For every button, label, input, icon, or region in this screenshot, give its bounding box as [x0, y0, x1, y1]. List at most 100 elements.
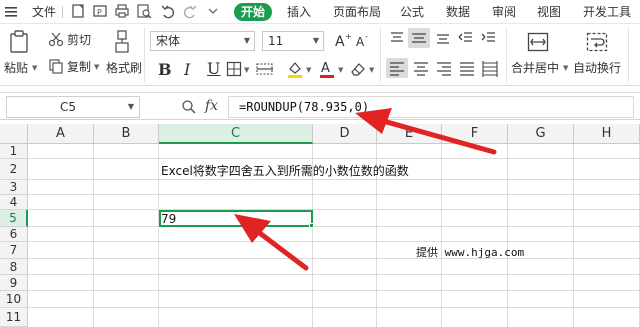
- borders-icon[interactable]: [226, 61, 242, 80]
- tab-data[interactable]: 数据: [446, 0, 470, 24]
- ribbon-divider: [506, 28, 507, 82]
- underline-button[interactable]: U: [207, 59, 220, 78]
- fill-color-icon[interactable]: [286, 60, 304, 81]
- font-name-value: 宋体: [156, 34, 181, 48]
- align-center-icon[interactable]: [413, 61, 429, 80]
- row-header-1[interactable]: 1: [0, 144, 28, 159]
- indent-decrease-icon[interactable]: [458, 31, 474, 48]
- distributed-align-icon[interactable]: [482, 61, 498, 80]
- copy-dropdown-icon[interactable]: ▼: [94, 63, 99, 71]
- copy-icon[interactable]: [48, 58, 64, 77]
- name-box[interactable]: C5 ▼: [6, 96, 140, 118]
- tab-home[interactable]: 开始: [234, 3, 272, 21]
- indent-increase-icon[interactable]: [481, 31, 497, 48]
- font-name-select[interactable]: 宋体 ▼: [150, 31, 255, 51]
- column-header-f[interactable]: F: [442, 124, 508, 144]
- insert-function-button[interactable]: fx: [205, 98, 218, 114]
- print-icon[interactable]: [114, 3, 130, 19]
- row-header-6[interactable]: 6: [0, 227, 28, 242]
- gridline: [573, 144, 574, 327]
- bold-button[interactable]: B: [158, 60, 172, 79]
- decrease-font-size-icon[interactable]: A-: [355, 31, 373, 52]
- menu-file[interactable]: 文件: [32, 0, 56, 24]
- formula-input[interactable]: =ROUNDUP(78.935,0): [228, 96, 634, 118]
- ribbon-divider: [380, 28, 381, 82]
- row-header-4[interactable]: 4: [0, 195, 28, 210]
- new-file-icon[interactable]: [70, 3, 86, 19]
- align-right-icon[interactable]: [436, 61, 452, 80]
- gridline: [507, 144, 508, 327]
- merge-cells-icon[interactable]: [527, 30, 549, 57]
- svg-text:A: A: [356, 35, 365, 49]
- gridline: [28, 209, 640, 210]
- row-header-7[interactable]: 7: [0, 242, 28, 259]
- wrap-text-button[interactable]: 自动换行: [573, 61, 621, 75]
- undo-icon[interactable]: [160, 3, 176, 19]
- increase-font-size-icon[interactable]: A +: [334, 31, 352, 52]
- active-cell-border[interactable]: [159, 210, 313, 227]
- format-painter-icon[interactable]: [113, 30, 131, 57]
- redo-icon[interactable]: [182, 3, 198, 19]
- merge-dropdown-icon[interactable]: ▼: [563, 64, 568, 72]
- fx-area: fx: [181, 98, 221, 116]
- quick-access-dropdown-icon[interactable]: [205, 3, 221, 19]
- gridline: [28, 290, 640, 291]
- ribbon-overflow: [628, 28, 640, 82]
- column-header-c[interactable]: C: [159, 124, 313, 144]
- merge-center-button[interactable]: 合并居中: [511, 61, 559, 75]
- row-header-3[interactable]: 3: [0, 180, 28, 195]
- borders-dropdown-icon[interactable]: ▼: [244, 66, 249, 74]
- hamburger-icon[interactable]: [4, 0, 18, 24]
- cell-c2[interactable]: Excel将数字四舍五入到所需的小数位数的函数: [161, 162, 409, 179]
- eraser-dropdown-icon[interactable]: ▼: [369, 66, 374, 74]
- format-painter-button[interactable]: 格式刷: [106, 61, 142, 75]
- tab-review[interactable]: 审阅: [492, 0, 516, 24]
- italic-button[interactable]: I: [184, 60, 190, 79]
- fill-color-dropdown-icon[interactable]: ▼: [306, 66, 311, 74]
- column-header-a[interactable]: A: [28, 124, 94, 144]
- gridline: [28, 179, 640, 180]
- font-color-icon[interactable]: A: [318, 59, 336, 82]
- select-all-corner[interactable]: [0, 124, 28, 144]
- print-preview-icon[interactable]: [136, 3, 152, 19]
- align-left-icon[interactable]: [386, 58, 408, 78]
- row-header-9[interactable]: 9: [0, 275, 28, 291]
- scissors-icon[interactable]: [48, 31, 64, 50]
- font-color-dropdown-icon[interactable]: ▼: [338, 66, 343, 74]
- align-middle-icon[interactable]: [408, 28, 430, 48]
- font-size-select[interactable]: 11 ▼: [262, 31, 324, 51]
- column-header-b[interactable]: B: [94, 124, 159, 144]
- paste-icon[interactable]: [8, 30, 30, 57]
- wrap-text-icon[interactable]: [586, 30, 608, 57]
- tab-developer[interactable]: 开发工具: [583, 0, 631, 24]
- font-size-value: 11: [268, 34, 284, 48]
- align-bottom-icon[interactable]: [435, 31, 451, 48]
- column-header-g[interactable]: G: [508, 124, 574, 144]
- row-header-11[interactable]: 11: [0, 308, 28, 327]
- svg-text:+: +: [345, 32, 352, 41]
- eraser-icon[interactable]: [349, 60, 367, 81]
- row-header-2[interactable]: 2: [0, 159, 28, 180]
- open-file-icon[interactable]: P: [92, 3, 108, 19]
- tab-formulas[interactable]: 公式: [400, 0, 424, 24]
- column-header-h[interactable]: H: [574, 124, 640, 144]
- svg-text:A: A: [321, 61, 330, 76]
- tab-insert[interactable]: 插入: [287, 0, 311, 24]
- paste-dropdown-icon[interactable]: ▼: [32, 64, 37, 72]
- row-header-5[interactable]: 5: [0, 210, 28, 227]
- row-header-10[interactable]: 10: [0, 291, 28, 308]
- zoom-icon[interactable]: [181, 99, 197, 115]
- strikethrough-icon[interactable]: [256, 61, 274, 80]
- align-top-icon[interactable]: [389, 31, 405, 48]
- column-header-e[interactable]: E: [377, 124, 442, 144]
- justify-icon[interactable]: [459, 61, 475, 80]
- cut-button[interactable]: 剪切: [67, 33, 91, 47]
- fill-handle[interactable]: [309, 223, 314, 228]
- copy-button[interactable]: 复制: [67, 60, 91, 74]
- row-header-8[interactable]: 8: [0, 259, 28, 275]
- paste-button[interactable]: 粘贴: [4, 61, 28, 75]
- tab-page-layout[interactable]: 页面布局: [333, 0, 381, 24]
- column-header-d[interactable]: D: [313, 124, 377, 144]
- tab-view[interactable]: 视图: [537, 0, 561, 24]
- ribbon: 粘贴 ▼ 剪切 复制 ▼ 格式刷 宋体 ▼ 11 ▼ A + A- B I U ▼…: [0, 24, 640, 86]
